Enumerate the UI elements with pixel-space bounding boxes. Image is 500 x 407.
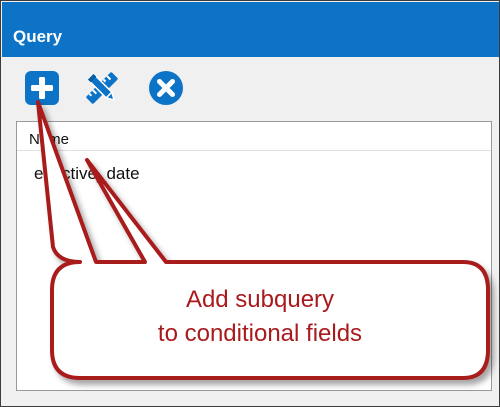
panel-title: Query bbox=[13, 27, 63, 46]
remove-button[interactable] bbox=[146, 68, 186, 108]
column-header-label: Name bbox=[29, 131, 70, 148]
plus-square-icon bbox=[25, 71, 59, 105]
list-item-label: effective_date bbox=[34, 164, 140, 183]
bottom-strip bbox=[1, 391, 498, 405]
x-circle-icon bbox=[149, 71, 183, 105]
callout-line-2: to conditional fields bbox=[157, 320, 363, 347]
column-header-name[interactable]: Name bbox=[17, 122, 491, 151]
callout-line-1: Add subquery bbox=[185, 286, 335, 313]
list-item[interactable]: effective_date bbox=[17, 160, 491, 186]
toolbar bbox=[2, 57, 499, 121]
callout-text: Add subquery to conditional fields bbox=[100, 283, 420, 351]
pencil-ruler-icon bbox=[86, 72, 118, 104]
edit-button[interactable] bbox=[82, 68, 122, 108]
add-subquery-button[interactable] bbox=[22, 68, 62, 108]
panel-title-bar: Query bbox=[2, 2, 499, 57]
